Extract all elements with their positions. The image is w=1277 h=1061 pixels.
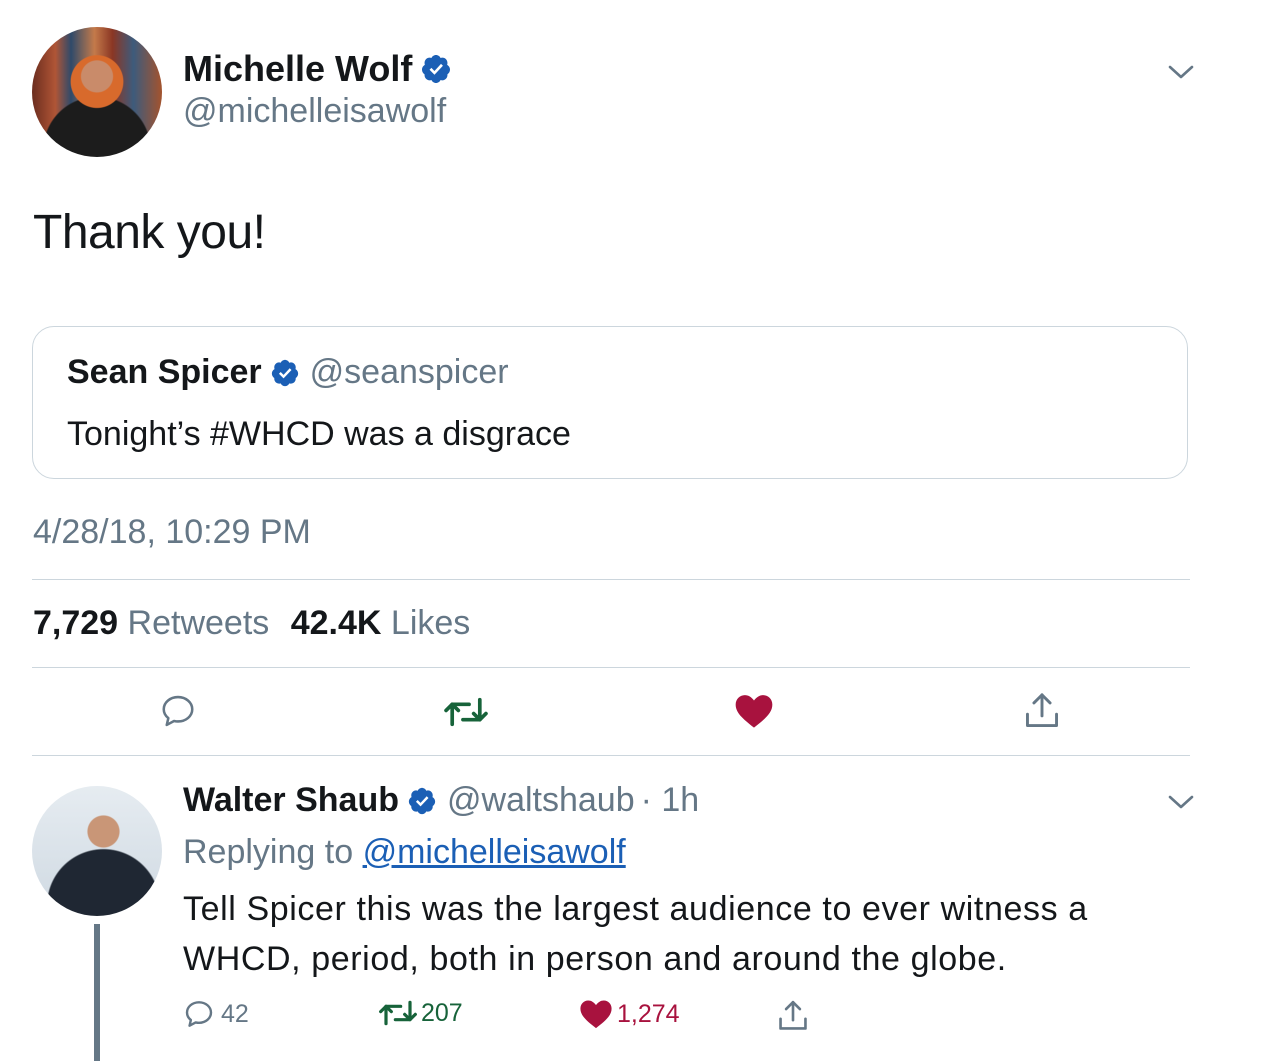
share-icon[interactable] [776, 998, 810, 1034]
retweet-icon[interactable] [378, 998, 418, 1028]
tweet-timestamp: 4/28/18, 10:29 PM [33, 513, 311, 551]
reply-retweet-action[interactable]: 207 [378, 998, 463, 1028]
verified-badge-icon [271, 359, 298, 386]
quoted-author-handle: @seanspicer [309, 353, 509, 391]
quoted-author-name: Sean Spicer [67, 353, 262, 391]
reply-header: Walter Shaub @waltshaub · 1h [183, 781, 699, 820]
like-icon[interactable] [579, 998, 613, 1030]
author-name-text[interactable]: Michelle Wolf [183, 48, 412, 90]
verified-badge-icon [408, 787, 436, 814]
author-handle[interactable]: @michelleisawolf [183, 92, 446, 131]
reply-author-handle[interactable]: @waltshaub [447, 781, 635, 820]
quoted-tweet-card[interactable]: Sean Spicer @seanspicer Tonight’s #WHCD … [32, 326, 1188, 479]
like-icon[interactable] [734, 692, 774, 730]
tweet-text: Thank you! [33, 206, 266, 259]
reply-icon[interactable] [183, 998, 215, 1030]
reply-reply-action[interactable]: 42 [183, 998, 249, 1030]
reply-time-ago: · 1h [640, 781, 700, 819]
replying-to-label: Replying to [183, 833, 354, 871]
divider [32, 667, 1190, 668]
replying-to: Replying to @michelleisawolf [183, 833, 626, 872]
retweet-icon[interactable] [443, 694, 489, 730]
chevron-down-icon[interactable] [1166, 62, 1196, 82]
divider [32, 579, 1190, 580]
tweet-detail-page: Michelle Wolf @michelleisawolf Thank you… [0, 0, 1277, 1061]
retweet-count[interactable]: 7,729 [33, 604, 118, 642]
reply-count: 42 [221, 999, 249, 1028]
tweet-stats: 7,729 Retweets 42.4K Likes [33, 604, 470, 643]
author-name[interactable]: Michelle Wolf [183, 48, 452, 90]
reply-author-name[interactable]: Walter Shaub [183, 781, 399, 820]
chevron-down-icon[interactable] [1166, 792, 1196, 812]
reply-author-avatar[interactable] [32, 786, 162, 916]
divider [32, 755, 1190, 756]
quoted-author: Sean Spicer @seanspicer [67, 353, 509, 392]
reply-retweet-count: 207 [421, 998, 463, 1027]
like-label[interactable]: Likes [391, 604, 470, 642]
reply-icon[interactable] [159, 692, 197, 730]
replying-to-handle-link[interactable]: @michelleisawolf [363, 833, 626, 871]
thread-line [94, 924, 100, 1061]
reply-tweet-text: Tell Spicer this was the largest audienc… [183, 890, 1088, 978]
quoted-tweet-text: Tonight’s #WHCD was a disgrace [67, 415, 571, 453]
share-icon[interactable] [1022, 690, 1062, 732]
reply-share-action[interactable] [776, 998, 810, 1034]
retweet-label[interactable]: Retweets [128, 604, 270, 642]
like-count[interactable]: 42.4K [291, 604, 382, 642]
reply-like-count: 1,274 [617, 999, 680, 1028]
verified-badge-icon [422, 55, 451, 83]
author-avatar[interactable] [32, 27, 162, 157]
reply-like-action[interactable]: 1,274 [579, 998, 680, 1030]
